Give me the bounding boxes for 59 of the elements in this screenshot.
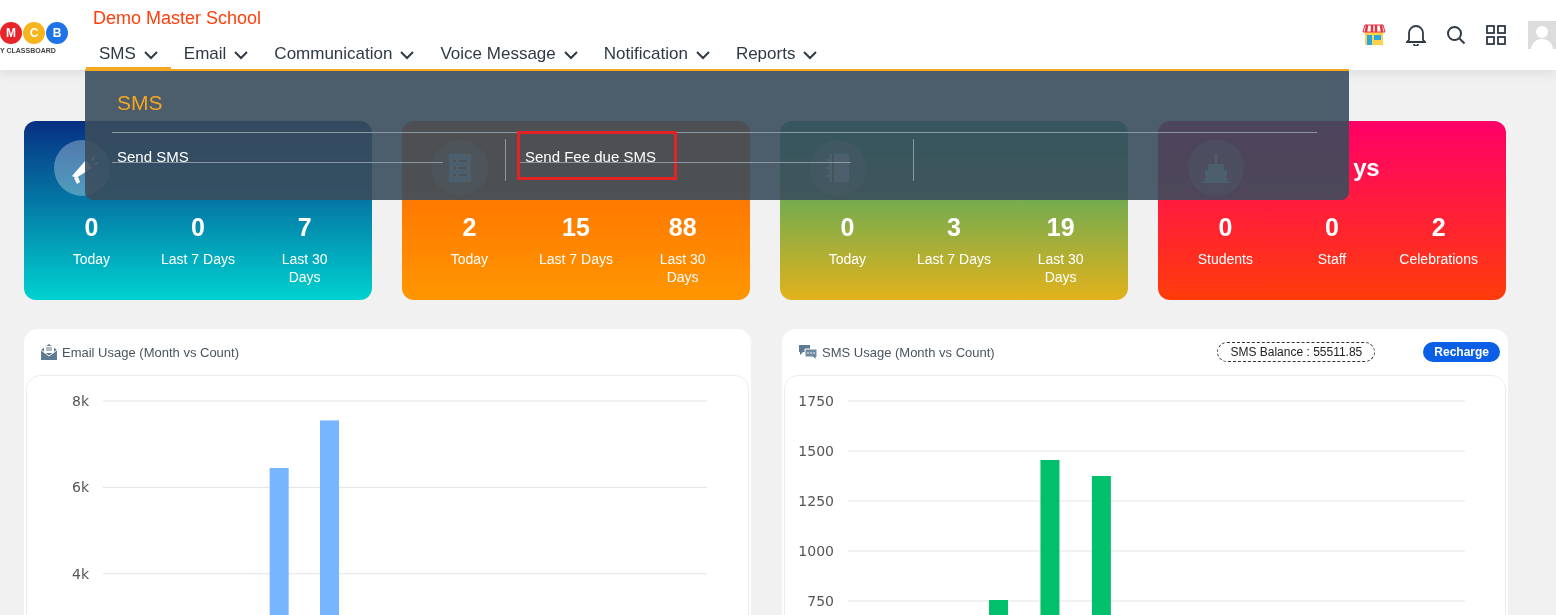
stat-value: 7 <box>296 213 313 241</box>
menu-item[interactable]: Send SMS <box>109 131 210 180</box>
nav-menu-tab[interactable]: Voice Message <box>427 41 591 70</box>
axis-tick-label: 1000 <box>798 543 834 559</box>
axis-tick-label: 1500 <box>798 443 834 459</box>
chevron-down-icon <box>234 50 249 60</box>
email-icon <box>40 343 58 361</box>
stat-value: 88 <box>667 213 698 241</box>
axis-tick-label: 4k <box>72 565 89 582</box>
chevron-down-icon <box>695 50 710 60</box>
stat-label: Last 30 Days <box>280 250 329 286</box>
stat-label: Today <box>72 250 110 268</box>
axis-tick-label: 1250 <box>798 493 834 509</box>
school-name: Demo Master School <box>93 8 263 30</box>
stat-value: 0 <box>1324 213 1340 241</box>
stat-value: 2 <box>1430 213 1447 241</box>
stat-value: 15 <box>561 213 591 241</box>
axis-tick-label: 750 <box>807 593 834 609</box>
stat-value: 0 <box>190 213 206 241</box>
dropdown-title: SMS <box>112 71 1317 133</box>
chevron-down-icon <box>400 50 415 60</box>
stat-label: Last 7 Days <box>917 250 991 268</box>
stat-value: 0 <box>83 213 100 241</box>
logo-mark: M C B <box>0 22 68 44</box>
axis-tick-label: 6k <box>72 479 89 496</box>
bar <box>989 600 1009 615</box>
chevron-down-icon <box>803 50 818 60</box>
stat-label: Last 30 Days <box>1036 250 1085 286</box>
chevron-down-icon <box>143 50 158 60</box>
nav-menu-tab[interactable]: Communication <box>261 41 428 70</box>
stat-label: Today <box>828 250 866 268</box>
chart-title: Email Usage (Month vs Count) <box>62 344 239 360</box>
stat-value: 0 <box>839 213 856 241</box>
chat-bubbles-icon <box>798 343 818 361</box>
stat-label: Staff <box>1317 250 1347 268</box>
stat-value: 0 <box>1217 213 1234 241</box>
search-icon[interactable] <box>1446 25 1466 45</box>
stat-label: Last 7 Days <box>161 250 235 268</box>
axis-tick-label: 1750 <box>798 393 834 409</box>
stat-label: Students <box>1197 250 1253 268</box>
notification-bell-icon[interactable] <box>1406 24 1426 46</box>
stat-value: 2 <box>461 213 478 241</box>
stat-value: 3 <box>946 213 962 241</box>
chart-title: SMS Usage (Month vs Count) <box>822 344 995 360</box>
axis-tick-label: 8k <box>72 393 89 409</box>
recharge-button[interactable]: Recharge <box>1423 342 1500 362</box>
stat-label: Today <box>450 250 488 268</box>
store-icon[interactable] <box>1362 24 1386 46</box>
stat-label: Last 7 Days <box>539 250 613 268</box>
nav-menu-tab[interactable]: Email <box>170 41 262 70</box>
stat-value: 19 <box>1045 213 1076 241</box>
chevron-down-icon <box>563 50 578 60</box>
stat-label: Celebrations <box>1399 250 1478 268</box>
card-title: ys <box>1353 154 1379 181</box>
menu-item[interactable]: Send Fee due SMS <box>517 131 677 180</box>
nav-menu-tab[interactable]: Reports <box>722 41 831 70</box>
grid-menu-icon[interactable] <box>1486 25 1506 45</box>
nav-menu-tab[interactable]: Notification <box>590 41 723 70</box>
stat-label: Last 30 Days <box>658 250 707 286</box>
